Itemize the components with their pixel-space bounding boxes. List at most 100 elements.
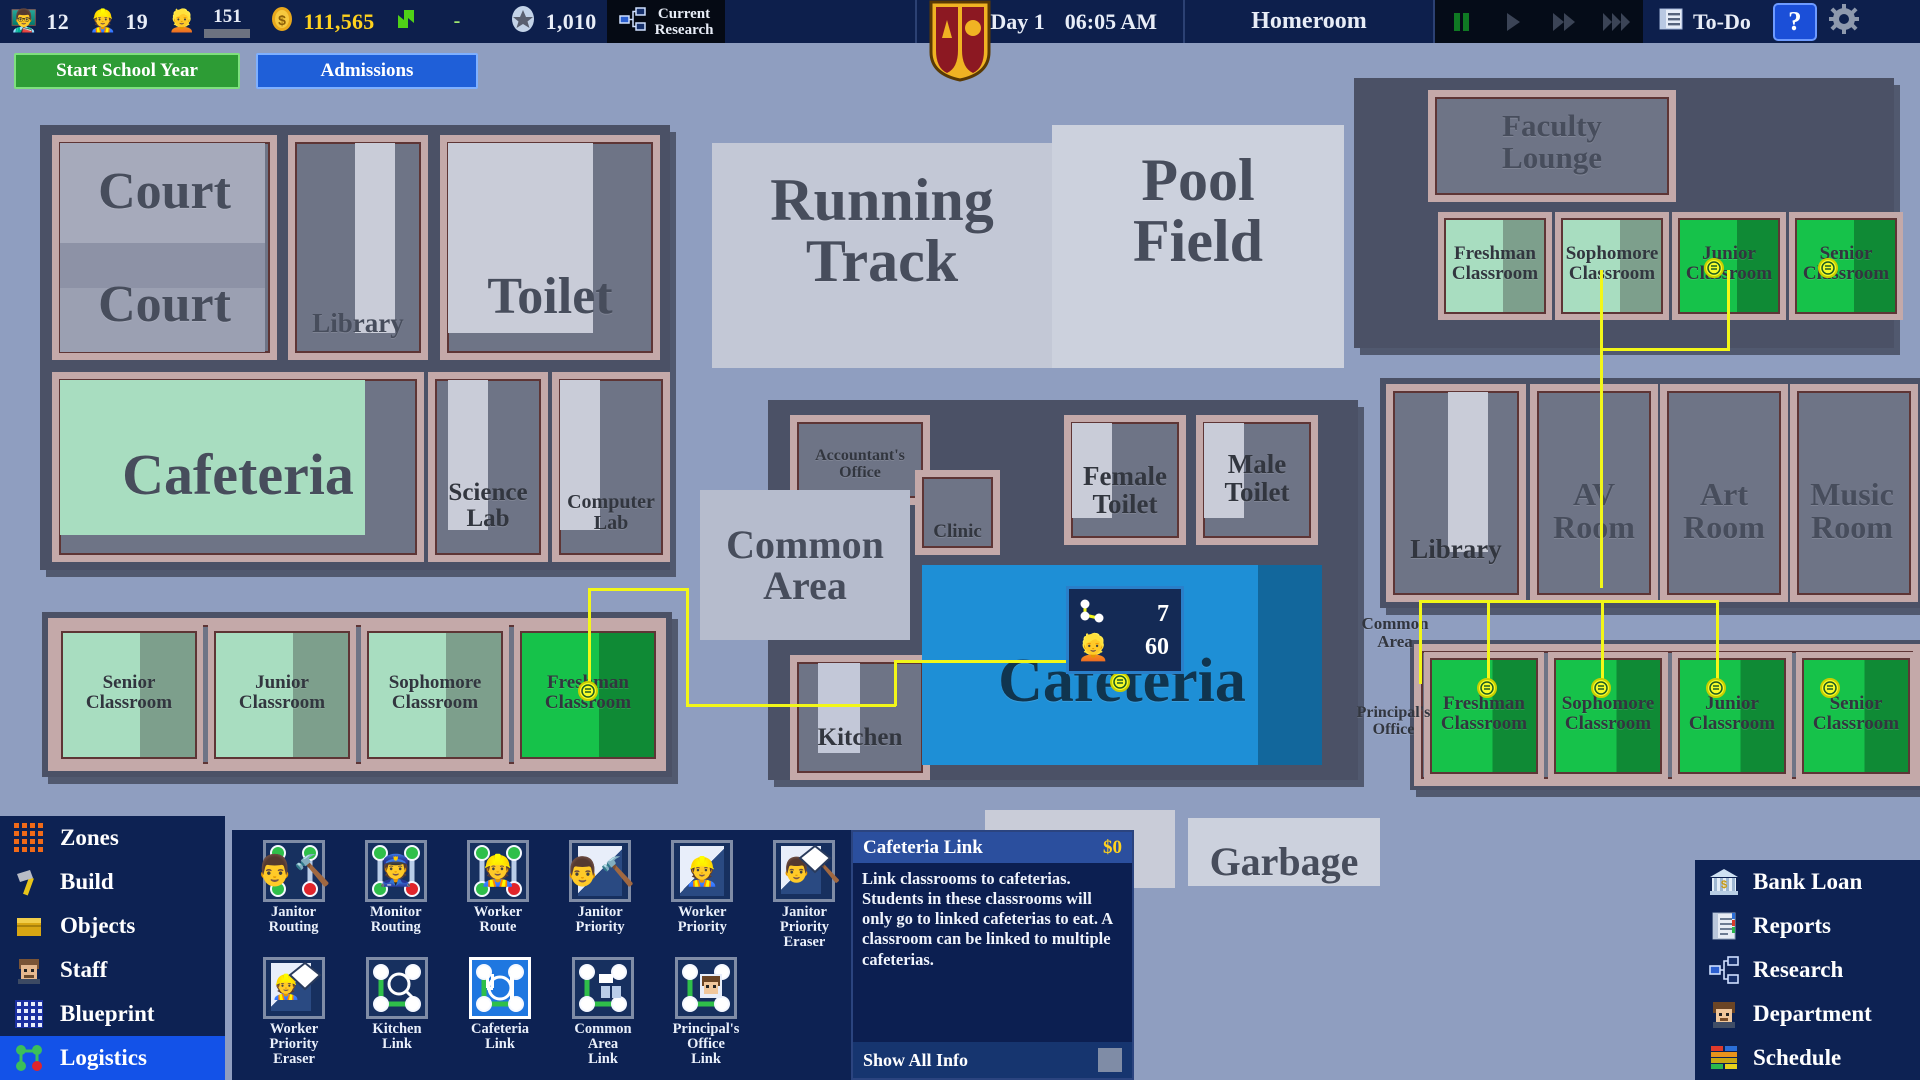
tool-worker-priority-eraser[interactable]: 👷 Worker Priority Eraser — [246, 957, 342, 1066]
classroom-senior[interactable]: Senior Classroom — [55, 625, 203, 765]
room-science-lab[interactable] — [428, 372, 548, 562]
link-node-se-junior[interactable] — [1706, 678, 1726, 698]
start-school-year-button[interactable]: Start School Year — [14, 53, 240, 89]
link-node-ne-junior[interactable] — [1704, 258, 1724, 278]
blueprint-grid-icon — [14, 999, 44, 1029]
game-time: 06:05 AM — [1064, 8, 1158, 34]
classroom-label: Senior Classroom — [85, 672, 173, 713]
common-area-zone[interactable] — [700, 490, 910, 640]
link-line-seg — [1600, 270, 1603, 350]
classroom-sophomore[interactable]: Sophomore Classroom — [1555, 212, 1669, 320]
room-av[interactable] — [1530, 384, 1658, 602]
left-category-menu[interactable]: Zones Build Objects Staff Blueprint Logistics — [0, 816, 225, 1080]
classroom-freshman[interactable]: Freshman Classroom — [1424, 652, 1544, 780]
play-button[interactable] — [1487, 0, 1539, 43]
room-art[interactable] — [1660, 384, 1788, 602]
classroom-sophomore[interactable]: Sophomore Classroom — [361, 625, 509, 765]
fast-forward-button[interactable] — [1539, 0, 1591, 43]
tool-principal-s-office-link[interactable]: Principal's Office Link — [658, 957, 754, 1066]
show-all-info-checkbox[interactable] — [1098, 1048, 1122, 1072]
classroom-senior[interactable]: Senior Classroom — [1789, 212, 1903, 320]
settings-button[interactable] — [1823, 4, 1873, 39]
tool-janitor-routing[interactable]: 👨‍🔨 Janitor Routing — [246, 840, 341, 949]
res-student[interactable]: 👱 151 — [158, 6, 260, 38]
garbage-zone[interactable] — [1188, 818, 1380, 886]
school-crest-icon[interactable] — [927, 0, 993, 82]
classroom-junior[interactable]: Junior Classroom — [1672, 652, 1792, 780]
tool-label: Common Area Link — [574, 1021, 632, 1067]
current-research-label: Current Research — [654, 5, 714, 38]
tool-cafeteria-link[interactable]: Cafeteria Link — [452, 957, 548, 1066]
tool-worker-route[interactable]: 👷 Worker Route — [450, 840, 545, 949]
left-menu-item-objects[interactable]: Objects — [0, 904, 225, 948]
admissions-button[interactable]: Admissions — [256, 53, 478, 89]
classroom-junior[interactable]: Junior Classroom — [208, 625, 356, 765]
palette-row-2[interactable]: 👷 Worker Priority Eraser Kitchen Link Cafet… — [246, 957, 852, 1066]
help-button[interactable]: ? — [1772, 2, 1817, 41]
show-all-info-label: Show All Info — [863, 1049, 969, 1070]
fastest-forward-button[interactable] — [1591, 0, 1643, 43]
running-track-zone[interactable] — [712, 143, 1052, 368]
left-menu-item-build[interactable]: Build — [0, 860, 225, 904]
classroom-label: Sophomore Classroom — [388, 672, 482, 713]
cafeteria-west-zone — [60, 380, 365, 535]
speed-controls[interactable] — [1435, 0, 1644, 43]
res-worker[interactable]: 👷 19 — [79, 9, 158, 35]
room-music[interactable] — [1790, 384, 1918, 602]
classroom-label: Sophomore Classroom — [1565, 243, 1659, 284]
tool-kitchen-link[interactable]: Kitchen Link — [349, 957, 445, 1066]
show-all-info-button[interactable]: Show All Info — [853, 1042, 1132, 1078]
res-teacher[interactable]: 👨‍🏫 12 — [0, 9, 79, 35]
res-income[interactable]: - — [385, 7, 499, 36]
library-east-floor — [1448, 392, 1488, 552]
female-toilet-floor — [1072, 423, 1112, 518]
room-faculty-lounge[interactable] — [1428, 90, 1676, 202]
link-node-se-freshman[interactable] — [1477, 678, 1497, 698]
link-node-sw-freshman[interactable] — [578, 681, 598, 701]
teacher-icon: 👨‍🏫 — [10, 8, 38, 34]
tool-tooltip-panel: Cafeteria Link $0 Link classrooms to caf… — [851, 830, 1134, 1080]
left-menu-item-blueprint[interactable]: Blueprint — [0, 992, 225, 1036]
tool-worker-priority[interactable]: 👷 Worker Priority — [655, 840, 750, 949]
todo-label: To-Do — [1693, 8, 1751, 34]
classroom-label: Junior Classroom — [238, 672, 326, 713]
janitor-priority-icon: 👨‍🔨 — [565, 840, 635, 902]
current-research-button[interactable]: Current Research — [606, 0, 726, 43]
classroom-sophomore[interactable]: Sophomore Classroom — [1548, 652, 1668, 780]
right-menu-item-bank-loan[interactable]: $ Bank Loan — [1695, 860, 1920, 904]
res-reputation[interactable]: 1,010 — [499, 5, 607, 38]
link-node-se-senior[interactable] — [1820, 678, 1840, 698]
logistics-tool-palette[interactable]: 👨‍🔨 Janitor Routing 👮 Monitor Routing 👷 Worke… — [232, 830, 852, 1080]
right-menu-item-reports[interactable]: Reports — [1695, 904, 1920, 948]
link-node-se-sophomore[interactable] — [1591, 678, 1611, 698]
classroom-freshman[interactable]: Freshman Classroom — [1438, 212, 1552, 320]
left-menu-item-logistics[interactable]: Logistics — [0, 1036, 225, 1080]
res-money[interactable]: $ 111,565 — [260, 6, 384, 37]
right-menu-item-schedule[interactable]: Schedule — [1695, 1036, 1920, 1080]
right-feature-menu[interactable]: $ Bank Loan Reports Research Department Sched… — [1695, 860, 1920, 1080]
left-menu-item-zones[interactable]: Zones — [0, 816, 225, 860]
left-menu-item-staff[interactable]: Staff — [0, 948, 225, 992]
principals-office-link-icon — [675, 957, 737, 1020]
link-node-ne-senior[interactable] — [1818, 258, 1838, 278]
classroom-senior[interactable]: Senior Classroom — [1796, 652, 1916, 780]
tool-monitor-routing[interactable]: 👮 Monitor Routing — [348, 840, 443, 949]
right-menu-item-research[interactable]: Research — [1695, 948, 1920, 992]
janitor-routing-icon: 👨‍🔨 — [256, 840, 331, 902]
pool-field-zone[interactable] — [1052, 125, 1344, 368]
link-node-cafeteria[interactable] — [1110, 672, 1130, 692]
right-menu-item-department[interactable]: Department — [1695, 992, 1920, 1036]
reputation-points: 1,010 — [545, 8, 597, 34]
pause-button[interactable] — [1435, 0, 1487, 43]
link-line-seg — [1727, 270, 1730, 350]
palette-row-1[interactable]: 👨‍🔨 Janitor Routing 👮 Monitor Routing 👷 Worke… — [246, 840, 852, 949]
room-clinic[interactable] — [915, 470, 1000, 555]
link-line-seg — [1600, 348, 1730, 351]
link-line-seg — [1487, 600, 1490, 688]
tool-janitor-priority[interactable]: 👨‍🔨 Janitor Priority — [553, 840, 648, 949]
tool-common-area-link[interactable]: Common Area Link — [555, 957, 651, 1066]
toilet-floor — [448, 143, 593, 333]
todo-button[interactable]: To-Do — [1643, 0, 1767, 43]
tool-janitor-priority-eraser[interactable]: 👨‍🔨 Janitor Priority Eraser — [757, 840, 852, 949]
room-kitchen[interactable] — [790, 655, 930, 780]
